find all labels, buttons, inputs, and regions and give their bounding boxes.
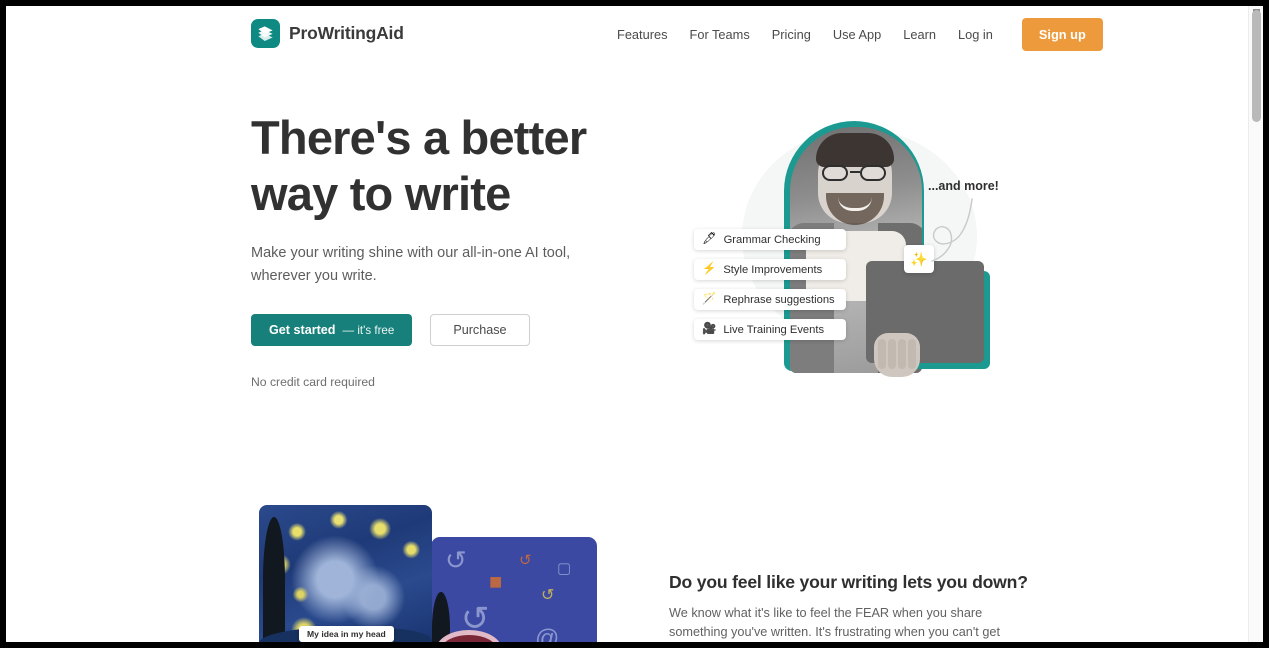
hair bbox=[816, 133, 894, 167]
and-more-callout: ...and more! bbox=[928, 179, 999, 193]
page-canvas: ProWritingAid Features For Teams Pricing… bbox=[6, 6, 1248, 642]
nav-item-use-app[interactable]: Use App bbox=[822, 27, 892, 42]
scrollbar-thumb[interactable] bbox=[1252, 10, 1261, 122]
site-header: ProWritingAid Features For Teams Pricing… bbox=[6, 6, 1248, 63]
quill-pen-icon: 🖋 bbox=[702, 232, 717, 245]
hero-title: There's a better way to write bbox=[251, 111, 587, 220]
brand-name: ProWritingAid bbox=[289, 23, 404, 43]
get-started-subtext: — it's free bbox=[342, 323, 395, 337]
nav-item-pricing[interactable]: Pricing bbox=[761, 27, 822, 42]
lasso-squiggle-icon bbox=[931, 198, 973, 262]
feature-chip-label: Grammar Checking bbox=[723, 233, 821, 246]
feature-chip-style-improvements: ⚡ Style Improvements bbox=[694, 259, 846, 280]
nav-item-learn[interactable]: Learn bbox=[892, 27, 947, 42]
sign-up-button[interactable]: Sign up bbox=[1021, 18, 1103, 51]
feature-chip-label: Live Training Events bbox=[723, 323, 825, 336]
hero-illustration: ✨ ...and more! 🖋 Grammar Checking ⚡ Styl… bbox=[666, 101, 1026, 401]
book-check-logo-icon bbox=[251, 19, 280, 48]
hand bbox=[874, 333, 920, 377]
my-idea-tag: My idea in my head bbox=[299, 626, 394, 642]
feature-chip-list: 🖋 Grammar Checking ⚡ Style Improvements … bbox=[694, 229, 846, 340]
nav-item-log-in[interactable]: Log in bbox=[947, 27, 1004, 42]
section-two-title: Do you feel like your writing lets you d… bbox=[669, 572, 1028, 592]
cypress-tree bbox=[263, 517, 285, 642]
vertical-scrollbar[interactable] bbox=[1248, 6, 1263, 642]
brand-logo[interactable]: ProWritingAid bbox=[251, 19, 404, 48]
lightning-bolt-icon: ⚡ bbox=[702, 262, 717, 275]
magic-wand-icon: 🪄 bbox=[702, 292, 717, 305]
feature-chip-live-training-events: 🎥 Live Training Events bbox=[694, 319, 846, 340]
starry-night-image: My idea in my head bbox=[259, 505, 432, 642]
no-credit-card-note: No credit card required bbox=[251, 375, 375, 389]
feature-chip-grammar-checking: 🖋 Grammar Checking bbox=[694, 229, 846, 250]
get-started-label: Get started bbox=[269, 323, 336, 337]
browser-viewport: ProWritingAid Features For Teams Pricing… bbox=[6, 6, 1263, 642]
hero-cta-row: Get started — it's free Purchase bbox=[251, 314, 530, 346]
movie-camera-icon: 🎥 bbox=[702, 322, 717, 335]
main-navigation: Features For Teams Pricing Use App Learn… bbox=[606, 6, 1103, 63]
feature-chip-label: Style Improvements bbox=[723, 263, 823, 276]
nav-item-for-teams[interactable]: For Teams bbox=[679, 27, 761, 42]
section-two-body: We know what it's like to feel the FEAR … bbox=[669, 606, 1000, 639]
glasses-icon bbox=[821, 165, 889, 181]
nav-item-features[interactable]: Features bbox=[606, 27, 679, 42]
feature-chip-label: Rephrase suggestions bbox=[723, 293, 835, 306]
hero-subtitle: Make your writing shine with our all-in-… bbox=[251, 245, 571, 284]
feature-chip-rephrase-suggestions: 🪄 Rephrase suggestions bbox=[694, 289, 846, 310]
doodle-card-illustration: ↺ ↺ @ ↺ ■ ▢ ↺ bbox=[431, 537, 597, 642]
get-started-button[interactable]: Get started — it's free bbox=[251, 314, 413, 346]
purchase-button[interactable]: Purchase bbox=[430, 314, 530, 346]
